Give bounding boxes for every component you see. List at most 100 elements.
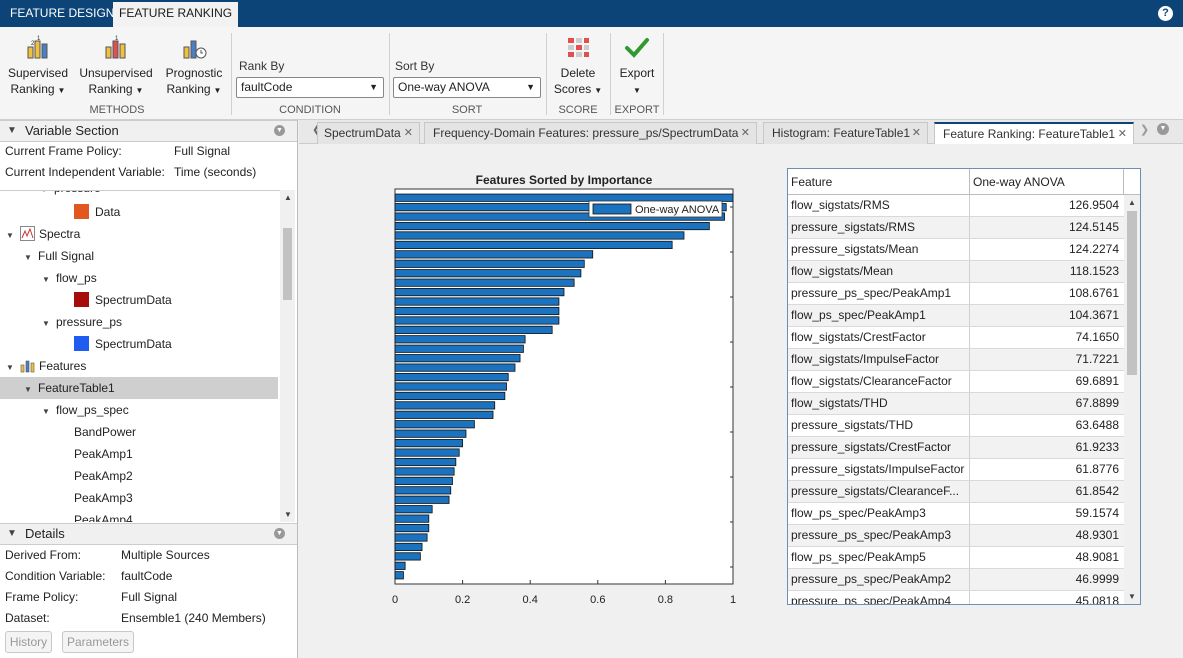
close-icon[interactable]: ✕ <box>912 123 921 143</box>
collapse-triangle-icon[interactable]: ▼ <box>7 121 17 141</box>
tree-node-pressure[interactable]: ▼pressure <box>40 191 101 199</box>
feature-cell[interactable]: flow_ps_spec/PeakAmp1 <box>788 305 970 326</box>
tree-node-data[interactable]: Data <box>74 201 120 223</box>
table-row[interactable]: flow_sigstats/CrestFactor 74.1650 <box>788 327 1124 349</box>
tree-node-pressure-ps[interactable]: ▼ pressure_ps <box>42 311 122 333</box>
column-header-feature[interactable]: Feature <box>788 169 970 195</box>
table-row[interactable]: pressure_sigstats/THD 63.6488 <box>788 415 1124 437</box>
feature-cell[interactable]: pressure_ps_spec/PeakAmp1 <box>788 283 970 304</box>
export-button[interactable]: Export ▼ <box>614 35 660 99</box>
options-icon[interactable]: ▼ <box>274 528 285 539</box>
history-button[interactable]: History <box>5 631 52 653</box>
scrollbar-thumb[interactable] <box>283 228 292 300</box>
table-row[interactable]: flow_sigstats/ClearanceFactor 69.6891 <box>788 371 1124 393</box>
score-cell[interactable]: 104.3671 <box>970 305 1122 326</box>
table-row[interactable]: pressure_ps_spec/PeakAmp2 46.9999 <box>788 569 1124 591</box>
tree-node-spectrumdata[interactable]: SpectrumData <box>74 289 172 311</box>
table-row[interactable]: pressure_sigstats/CrestFactor 61.9233 <box>788 437 1124 459</box>
collapse-triangle-icon[interactable]: ▼ <box>7 524 17 544</box>
tabs-scroll-right-icon[interactable]: ❯ <box>1140 123 1149 136</box>
delete-scores-button[interactable]: Delete Scores ▼ <box>550 35 606 99</box>
tree-node-peakamp3[interactable]: PeakAmp3 <box>74 487 133 509</box>
unsupervised-ranking-button[interactable]: 1 Unsupervised Ranking ▼ <box>78 35 154 99</box>
score-cell[interactable]: 48.9081 <box>970 547 1122 568</box>
scroll-down-icon[interactable]: ▼ <box>1128 592 1136 601</box>
score-cell[interactable]: 69.6891 <box>970 371 1122 392</box>
feature-cell[interactable]: pressure_sigstats/CrestFactor <box>788 437 970 458</box>
tree-node-peakamp4[interactable]: PeakAmp4 <box>74 509 133 522</box>
table-row[interactable]: flow_sigstats/Mean 118.1523 <box>788 261 1124 283</box>
score-cell[interactable]: 124.5145 <box>970 217 1122 238</box>
score-cell[interactable]: 61.8776 <box>970 459 1122 480</box>
table-row[interactable]: pressure_sigstats/ClearanceF... 61.8542 <box>788 481 1124 503</box>
scroll-down-icon[interactable]: ▼ <box>284 510 292 519</box>
variable-section-header[interactable]: ▼ Variable Section ▼ <box>0 120 297 142</box>
tree-node-peakamp1[interactable]: PeakAmp1 <box>74 443 133 465</box>
feature-cell[interactable]: flow_sigstats/ClearanceFactor <box>788 371 970 392</box>
feature-cell[interactable]: flow_ps_spec/PeakAmp3 <box>788 503 970 524</box>
options-icon[interactable]: ▼ <box>274 125 285 136</box>
supervised-ranking-button[interactable]: 21 Supervised Ranking ▼ <box>6 35 70 99</box>
tab-feature-ranking[interactable]: FEATURE RANKING <box>113 2 239 27</box>
score-cell[interactable]: 126.9504 <box>970 195 1122 216</box>
score-cell[interactable]: 71.7221 <box>970 349 1122 370</box>
score-cell[interactable]: 118.1523 <box>970 261 1122 282</box>
table-row[interactable]: pressure_ps_spec/PeakAmp1 108.6761 <box>788 283 1124 305</box>
scroll-up-icon[interactable]: ▲ <box>1128 198 1136 207</box>
prognostic-ranking-button[interactable]: Prognostic Ranking ▼ <box>162 35 226 99</box>
close-icon[interactable]: ✕ <box>404 123 413 143</box>
feature-cell[interactable]: pressure_sigstats/RMS <box>788 217 970 238</box>
score-cell[interactable]: 61.9233 <box>970 437 1122 458</box>
tree-node-flow-ps[interactable]: ▼ flow_ps <box>42 267 97 289</box>
table-row[interactable]: flow_ps_spec/PeakAmp3 59.1574 <box>788 503 1124 525</box>
table-row[interactable]: pressure_sigstats/ImpulseFactor 61.8776 <box>788 459 1124 481</box>
tabs-menu-icon[interactable]: ▼ <box>1157 123 1169 135</box>
score-cell[interactable]: 74.1650 <box>970 327 1122 348</box>
score-cell[interactable]: 108.6761 <box>970 283 1122 304</box>
table-row[interactable]: flow_sigstats/ImpulseFactor 71.7221 <box>788 349 1124 371</box>
tree-node-full-signal[interactable]: ▼ Full Signal <box>24 245 94 267</box>
table-row[interactable]: pressure_sigstats/Mean 124.2274 <box>788 239 1124 261</box>
feature-cell[interactable]: flow_ps_spec/PeakAmp5 <box>788 547 970 568</box>
feature-cell[interactable]: pressure_sigstats/ClearanceF... <box>788 481 970 502</box>
feature-cell[interactable]: flow_sigstats/ImpulseFactor <box>788 349 970 370</box>
tree-node-spectrumdata[interactable]: SpectrumData <box>74 333 172 355</box>
table-row[interactable]: flow_sigstats/RMS 126.9504 <box>788 195 1124 217</box>
tree-node-features[interactable]: ▼ Features <box>6 355 86 377</box>
score-cell[interactable]: 63.6488 <box>970 415 1122 436</box>
tree-node-flow-ps-spec[interactable]: ▼ flow_ps_spec <box>42 399 129 421</box>
tab-frequency-domain-features[interactable]: Frequency-Domain Features: pressure_ps/S… <box>424 122 757 144</box>
feature-cell[interactable]: flow_sigstats/THD <box>788 393 970 414</box>
table-row[interactable]: flow_sigstats/THD 67.8899 <box>788 393 1124 415</box>
feature-cell[interactable]: pressure_sigstats/THD <box>788 415 970 436</box>
tree-node-peakamp2[interactable]: PeakAmp2 <box>74 465 133 487</box>
feature-cell[interactable]: pressure_ps_spec/PeakAmp4 <box>788 591 970 604</box>
scroll-up-icon[interactable]: ▲ <box>284 193 292 202</box>
close-icon[interactable]: ✕ <box>1118 124 1127 144</box>
table-scrollbar[interactable]: ▲ ▼ <box>1124 195 1140 604</box>
table-row[interactable]: flow_ps_spec/PeakAmp5 48.9081 <box>788 547 1124 569</box>
feature-cell[interactable]: flow_sigstats/CrestFactor <box>788 327 970 348</box>
tree-scrollbar[interactable]: ▲ ▼ <box>280 190 295 522</box>
score-cell[interactable]: 45.0818 <box>970 591 1122 604</box>
feature-cell[interactable]: pressure_sigstats/Mean <box>788 239 970 260</box>
tree-node-featuretable1[interactable]: ▼ FeatureTable1 <box>24 377 115 399</box>
help-icon[interactable]: ? <box>1158 6 1173 21</box>
tab-spectrumdata[interactable]: SpectrumData ✕ <box>317 122 420 144</box>
column-header-one-way-anova[interactable]: One-way ANOVA <box>970 169 1124 195</box>
feature-cell[interactable]: flow_sigstats/RMS <box>788 195 970 216</box>
table-row[interactable]: flow_ps_spec/PeakAmp1 104.3671 <box>788 305 1124 327</box>
score-cell[interactable]: 67.8899 <box>970 393 1122 414</box>
feature-cell[interactable]: flow_sigstats/Mean <box>788 261 970 282</box>
tree-node-bandpower[interactable]: BandPower <box>74 421 136 443</box>
table-row[interactable]: pressure_sigstats/RMS 124.5145 <box>788 217 1124 239</box>
feature-cell[interactable]: pressure_sigstats/ImpulseFactor <box>788 459 970 480</box>
feature-cell[interactable]: pressure_ps_spec/PeakAmp3 <box>788 525 970 546</box>
table-row[interactable]: pressure_ps_spec/PeakAmp3 48.9301 <box>788 525 1124 547</box>
close-icon[interactable]: ✕ <box>741 123 750 143</box>
tab-histogram[interactable]: Histogram: FeatureTable1 ✕ <box>763 122 928 144</box>
score-cell[interactable]: 124.2274 <box>970 239 1122 260</box>
score-cell[interactable]: 59.1574 <box>970 503 1122 524</box>
parameters-button[interactable]: Parameters <box>62 631 134 653</box>
sort-by-dropdown[interactable]: One-way ANOVA ▼ <box>393 77 541 98</box>
